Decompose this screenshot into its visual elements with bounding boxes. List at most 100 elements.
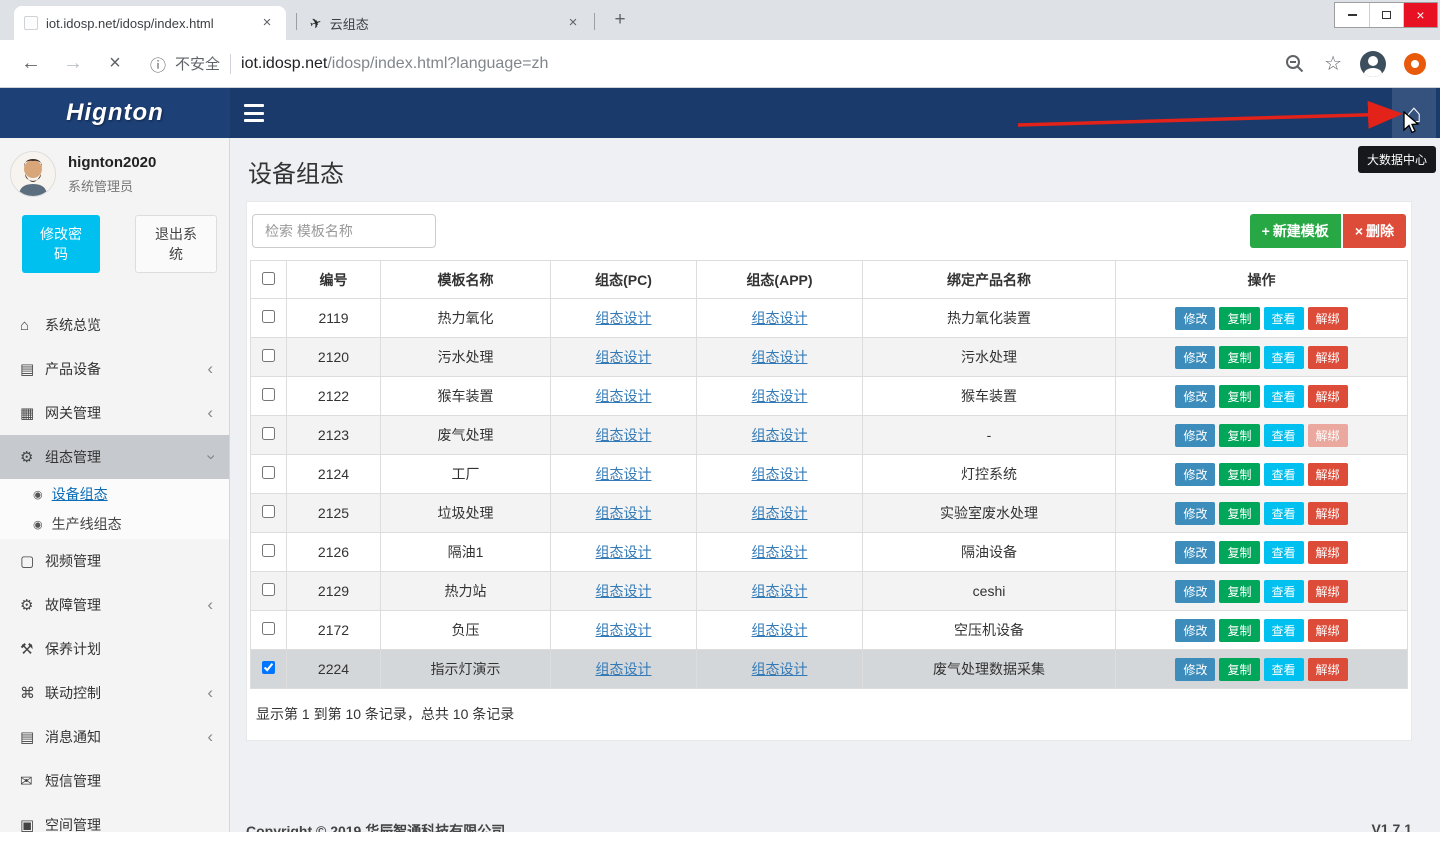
copy-button[interactable]: 复制	[1219, 502, 1259, 525]
pc-config-link[interactable]: 组态设计	[596, 583, 652, 599]
sidebar-item[interactable]: ✉短信管理	[0, 759, 229, 803]
logout-button[interactable]: 退出系统	[135, 215, 217, 273]
profile-avatar-icon[interactable]	[1360, 51, 1386, 77]
pc-config-link[interactable]: 组态设计	[596, 427, 652, 443]
unbind-button[interactable]: 解绑	[1308, 502, 1348, 525]
copy-button[interactable]: 复制	[1219, 307, 1259, 330]
new-template-button[interactable]: +新建模板	[1250, 214, 1341, 248]
pc-config-link[interactable]: 组态设计	[596, 544, 652, 560]
row-checkbox[interactable]	[262, 349, 275, 362]
row-checkbox[interactable]	[262, 310, 275, 323]
pc-config-link[interactable]: 组态设计	[596, 349, 652, 365]
sidebar-toggle-icon[interactable]	[244, 104, 264, 122]
app-config-link[interactable]: 组态设计	[752, 583, 808, 599]
app-config-link[interactable]: 组态设计	[752, 466, 808, 482]
view-button[interactable]: 查看	[1264, 307, 1304, 330]
pc-config-link[interactable]: 组态设计	[596, 466, 652, 482]
pc-config-link[interactable]: 组态设计	[596, 310, 652, 326]
unbind-button[interactable]: 解绑	[1308, 658, 1348, 681]
delete-button[interactable]: ×删除	[1343, 214, 1406, 248]
modify-button[interactable]: 修改	[1175, 658, 1215, 681]
unbind-button[interactable]: 解绑	[1308, 463, 1348, 486]
modify-button[interactable]: 修改	[1175, 619, 1215, 642]
pc-config-link[interactable]: 组态设计	[596, 505, 652, 521]
view-button[interactable]: 查看	[1264, 424, 1304, 447]
copy-button[interactable]: 复制	[1219, 658, 1259, 681]
modify-button[interactable]: 修改	[1175, 307, 1215, 330]
row-checkbox[interactable]	[262, 427, 275, 440]
unbind-button[interactable]: 解绑	[1308, 424, 1348, 447]
page-info-icon[interactable]: ⓘ	[150, 52, 166, 76]
row-checkbox[interactable]	[262, 505, 275, 518]
modify-button[interactable]: 修改	[1175, 502, 1215, 525]
zoom-icon[interactable]	[1284, 53, 1306, 75]
row-checkbox[interactable]	[262, 466, 275, 479]
sidebar-item[interactable]: ▤产品设备‹	[0, 347, 229, 391]
view-button[interactable]: 查看	[1264, 580, 1304, 603]
row-checkbox[interactable]	[262, 388, 275, 401]
view-button[interactable]: 查看	[1264, 385, 1304, 408]
sidebar-item[interactable]: ⌂系统总览	[0, 303, 229, 347]
unbind-button[interactable]: 解绑	[1308, 307, 1348, 330]
view-button[interactable]: 查看	[1264, 619, 1304, 642]
unbind-button[interactable]: 解绑	[1308, 346, 1348, 369]
unbind-button[interactable]: 解绑	[1308, 619, 1348, 642]
sidebar-item[interactable]: ⌘联动控制‹	[0, 671, 229, 715]
pc-config-link[interactable]: 组态设计	[596, 622, 652, 638]
unbind-button[interactable]: 解绑	[1308, 385, 1348, 408]
view-button[interactable]: 查看	[1264, 502, 1304, 525]
app-config-link[interactable]: 组态设计	[752, 544, 808, 560]
view-button[interactable]: 查看	[1264, 541, 1304, 564]
unbind-button[interactable]: 解绑	[1308, 580, 1348, 603]
row-checkbox[interactable]	[262, 583, 275, 596]
sidebar-item[interactable]: ▣空间管理	[0, 803, 229, 847]
sidebar-item[interactable]: ⚒保养计划	[0, 627, 229, 671]
stop-reload-button[interactable]: ×	[98, 47, 132, 81]
modify-button[interactable]: 修改	[1175, 424, 1215, 447]
app-config-link[interactable]: 组态设计	[752, 505, 808, 521]
address-bar[interactable]: ⓘ 不安全 iot.idosp.net /idosp/index.html?la…	[150, 52, 1284, 76]
close-button[interactable]: ×	[1403, 3, 1437, 27]
modify-button[interactable]: 修改	[1175, 463, 1215, 486]
copy-button[interactable]: 复制	[1219, 346, 1259, 369]
select-all-checkbox[interactable]	[262, 272, 275, 285]
copy-button[interactable]: 复制	[1219, 541, 1259, 564]
unbind-button[interactable]: 解绑	[1308, 541, 1348, 564]
tab-close-icon[interactable]: ×	[564, 14, 582, 32]
bookmark-star-icon[interactable]: ☆	[1324, 51, 1342, 76]
modify-button[interactable]: 修改	[1175, 541, 1215, 564]
sidebar-item[interactable]: ⚙故障管理‹	[0, 583, 229, 627]
copy-button[interactable]: 复制	[1219, 385, 1259, 408]
modify-button[interactable]: 修改	[1175, 346, 1215, 369]
change-password-button[interactable]: 修改密码	[22, 215, 100, 273]
pc-config-link[interactable]: 组态设计	[596, 661, 652, 677]
tab-close-icon[interactable]: ×	[258, 14, 276, 32]
submenu-item[interactable]: ◉设备组态	[0, 479, 229, 509]
app-config-link[interactable]: 组态设计	[752, 310, 808, 326]
copy-button[interactable]: 复制	[1219, 424, 1259, 447]
app-config-link[interactable]: 组态设计	[752, 349, 808, 365]
sidebar-item[interactable]: ⚙组态管理‹	[0, 435, 229, 479]
copy-button[interactable]: 复制	[1219, 619, 1259, 642]
view-button[interactable]: 查看	[1264, 346, 1304, 369]
row-checkbox[interactable]	[262, 661, 275, 674]
minimize-button[interactable]	[1335, 3, 1369, 27]
sidebar-item[interactable]: ▤消息通知‹	[0, 715, 229, 759]
app-config-link[interactable]: 组态设计	[752, 427, 808, 443]
view-button[interactable]: 查看	[1264, 658, 1304, 681]
forward-button[interactable]: →	[56, 47, 90, 81]
back-button[interactable]: ←	[14, 47, 48, 81]
view-button[interactable]: 查看	[1264, 463, 1304, 486]
maximize-button[interactable]	[1369, 3, 1403, 27]
search-input[interactable]	[252, 214, 436, 248]
new-tab-button[interactable]: +	[608, 9, 632, 33]
app-config-link[interactable]: 组态设计	[752, 622, 808, 638]
sidebar-item[interactable]: ▦网关管理‹	[0, 391, 229, 435]
app-config-link[interactable]: 组态设计	[752, 661, 808, 677]
pc-config-link[interactable]: 组态设计	[596, 388, 652, 404]
app-config-link[interactable]: 组态设计	[752, 388, 808, 404]
browser-tab-active[interactable]: iot.idosp.net/idosp/index.html ×	[14, 6, 286, 40]
modify-button[interactable]: 修改	[1175, 580, 1215, 603]
modify-button[interactable]: 修改	[1175, 385, 1215, 408]
browser-tab-inactive[interactable]: ✈ 云组态 ×	[300, 6, 592, 40]
